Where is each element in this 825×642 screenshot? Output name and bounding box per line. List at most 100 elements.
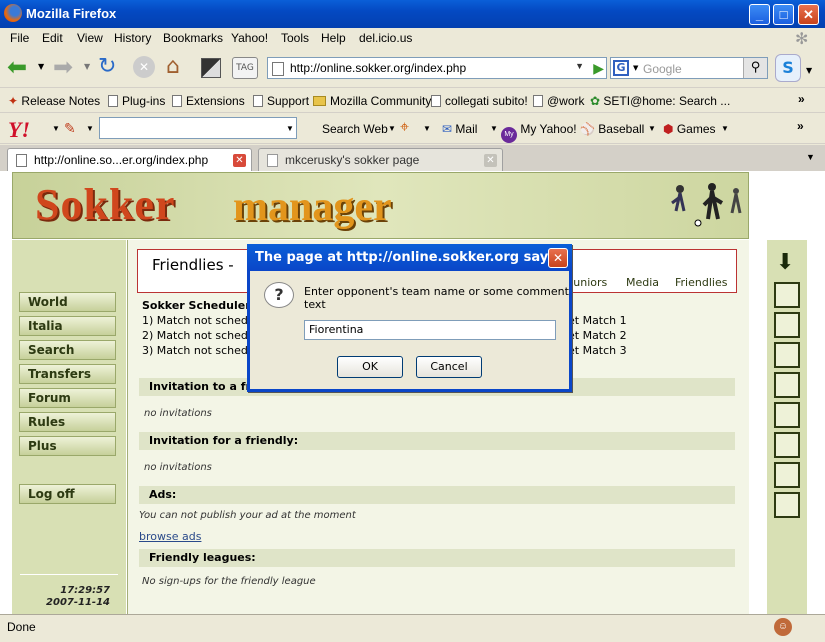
set-match-link[interactable]: et Match 1: [568, 314, 627, 327]
trophy-icon[interactable]: [774, 372, 800, 398]
arrow-down-icon[interactable]: ⬇: [776, 250, 794, 275]
pitch-icon[interactable]: [774, 342, 800, 368]
firefox-logo-icon: [4, 4, 22, 22]
yahoo-overflow-icon[interactable]: »: [797, 119, 804, 133]
logoff-button[interactable]: Log off: [19, 484, 116, 504]
reload-icon[interactable]: ↻: [98, 56, 116, 78]
menu-yahoo[interactable]: Yahoo!: [231, 31, 268, 45]
stadium-icon[interactable]: [774, 432, 800, 458]
nav-rules[interactable]: Rules: [19, 412, 116, 432]
engine-dropdown-icon[interactable]: ▼: [633, 64, 638, 72]
crosshair-dropdown-icon[interactable]: ▼: [423, 124, 431, 133]
minimize-button[interactable]: _: [749, 4, 770, 25]
bookmarks-overflow-icon[interactable]: »: [798, 92, 805, 106]
menu-bookmarks[interactable]: Bookmarks: [163, 31, 223, 45]
tag-icon[interactable]: TAG: [232, 57, 258, 79]
pencil-icon[interactable]: ✎: [64, 120, 76, 137]
maximize-button[interactable]: □: [773, 4, 794, 25]
games-dropdown-icon[interactable]: ▼: [721, 124, 729, 133]
player-icon[interactable]: [774, 312, 800, 338]
my-yahoo-icon: My: [501, 127, 517, 143]
nav-world[interactable]: World: [19, 292, 116, 312]
schedule-row: 3) Match not sched: [142, 344, 248, 357]
set-match-link[interactable]: et Match 3: [568, 344, 627, 357]
dialog-close-button[interactable]: ✕: [548, 248, 568, 268]
training-icon[interactable]: [774, 402, 800, 428]
yahoo-search-input[interactable]: [99, 117, 297, 139]
nav-plus[interactable]: Plus: [19, 436, 116, 456]
my-yahoo-button[interactable]: My My Yahoo!: [501, 122, 577, 143]
menu-history[interactable]: History: [114, 31, 151, 45]
phone-icon[interactable]: [774, 462, 800, 488]
search-web-dropdown-icon[interactable]: ▼: [388, 124, 396, 133]
question-icon: ?: [264, 282, 294, 308]
yahoo-logo-icon[interactable]: Y!: [8, 117, 30, 143]
tab-sokker-index[interactable]: http://online.so...er.org/index.php ✕: [7, 148, 252, 171]
menu-help[interactable]: Help: [321, 31, 346, 45]
close-tab-icon[interactable]: ✕: [233, 154, 246, 167]
url-dropdown-icon[interactable]: ▼: [575, 61, 584, 71]
back-icon[interactable]: ⬅: [7, 55, 27, 79]
search-icon[interactable]: ⚲: [743, 58, 767, 78]
home-icon[interactable]: ⌂: [166, 56, 180, 78]
shirt-icon[interactable]: [774, 282, 800, 308]
games-button[interactable]: ⬢ Games: [663, 122, 716, 136]
tab-list-icon[interactable]: ▼: [806, 152, 815, 162]
baseball-button[interactable]: ⚾ Baseball: [580, 122, 644, 136]
subtab-media[interactable]: Media: [626, 276, 659, 289]
bookmark-extensions[interactable]: Extensions: [172, 94, 245, 108]
menu-edit[interactable]: Edit: [42, 31, 63, 45]
menu-file[interactable]: File: [10, 31, 29, 45]
nav-italia[interactable]: Italia: [19, 316, 116, 336]
dialog-titlebar: The page at http://online.sokker.org say…: [247, 244, 572, 271]
google-engine-icon[interactable]: G: [613, 60, 629, 76]
forward-icon[interactable]: ➡: [53, 55, 73, 79]
bookmark-support[interactable]: Support: [253, 94, 309, 108]
envelope-icon[interactable]: [774, 492, 800, 518]
browse-ads-link[interactable]: browse ads: [139, 530, 201, 543]
close-tab-icon[interactable]: ✕: [484, 154, 497, 167]
bookmark-seti[interactable]: ✿ SETI@home: Search ...: [590, 94, 730, 108]
close-window-button[interactable]: ✕: [798, 4, 819, 25]
skype-dropdown-icon[interactable]: ▼: [806, 66, 812, 75]
search-bar[interactable]: G ▼ Google ⚲: [610, 57, 768, 79]
ok-button[interactable]: OK: [337, 356, 403, 378]
mail-button[interactable]: ✉ Mail: [442, 122, 477, 136]
tab-mkcerusky[interactable]: mkcerusky's sokker page ✕: [258, 148, 503, 171]
subtab-juniors[interactable]: Juniors: [570, 276, 607, 289]
back-dropdown-icon[interactable]: ▼: [38, 62, 44, 71]
search-web-button[interactable]: Search Web: [322, 122, 388, 136]
cancel-button[interactable]: Cancel: [416, 356, 482, 378]
nav-search[interactable]: Search: [19, 340, 116, 360]
bookmark-mozilla-community[interactable]: Mozilla Community: [313, 94, 431, 108]
url-bar[interactable]: http://online.sokker.org/index.php ▼ ▶: [267, 57, 607, 79]
yahoo-search-dropdown-icon[interactable]: ▼: [286, 124, 294, 133]
menu-tools[interactable]: Tools: [281, 31, 309, 45]
nav-transfers[interactable]: Transfers: [19, 364, 116, 384]
set-match-link[interactable]: et Match 2: [568, 329, 627, 342]
mail-dropdown-icon[interactable]: ▼: [490, 124, 498, 133]
monkey-icon[interactable]: ☺: [774, 618, 792, 636]
go-icon[interactable]: ▶: [593, 60, 604, 76]
menu-delicious[interactable]: del.icio.us: [359, 31, 412, 45]
skype-icon[interactable]: S: [775, 54, 801, 82]
dialog-input[interactable]: Fiorentina: [304, 320, 556, 340]
yahoo-dropdown-icon[interactable]: ▼: [52, 124, 60, 133]
subtab-friendlies[interactable]: Friendlies: [675, 276, 727, 289]
bookmark-plugins[interactable]: Plug-ins: [108, 94, 165, 108]
menu-view[interactable]: View: [77, 31, 103, 45]
page-icon: [253, 95, 263, 107]
screengrab-icon[interactable]: [201, 58, 221, 78]
search-input[interactable]: Google: [643, 62, 682, 76]
baseball-dropdown-icon[interactable]: ▼: [648, 124, 656, 133]
crosshair-icon[interactable]: ⌖: [400, 119, 409, 137]
nav-forum[interactable]: Forum: [19, 388, 116, 408]
stop-icon[interactable]: ✕: [133, 56, 155, 78]
bookmark-release-notes[interactable]: ✦ Release Notes: [8, 94, 100, 108]
bookmark-collegati[interactable]: collegati subito!: [431, 94, 528, 108]
seti-icon: ✿: [590, 94, 601, 108]
forward-dropdown-icon[interactable]: ▼: [84, 62, 90, 71]
page-icon: [108, 95, 118, 107]
bookmark-work[interactable]: @work: [533, 94, 585, 108]
pencil-dropdown-icon[interactable]: ▼: [86, 124, 94, 133]
